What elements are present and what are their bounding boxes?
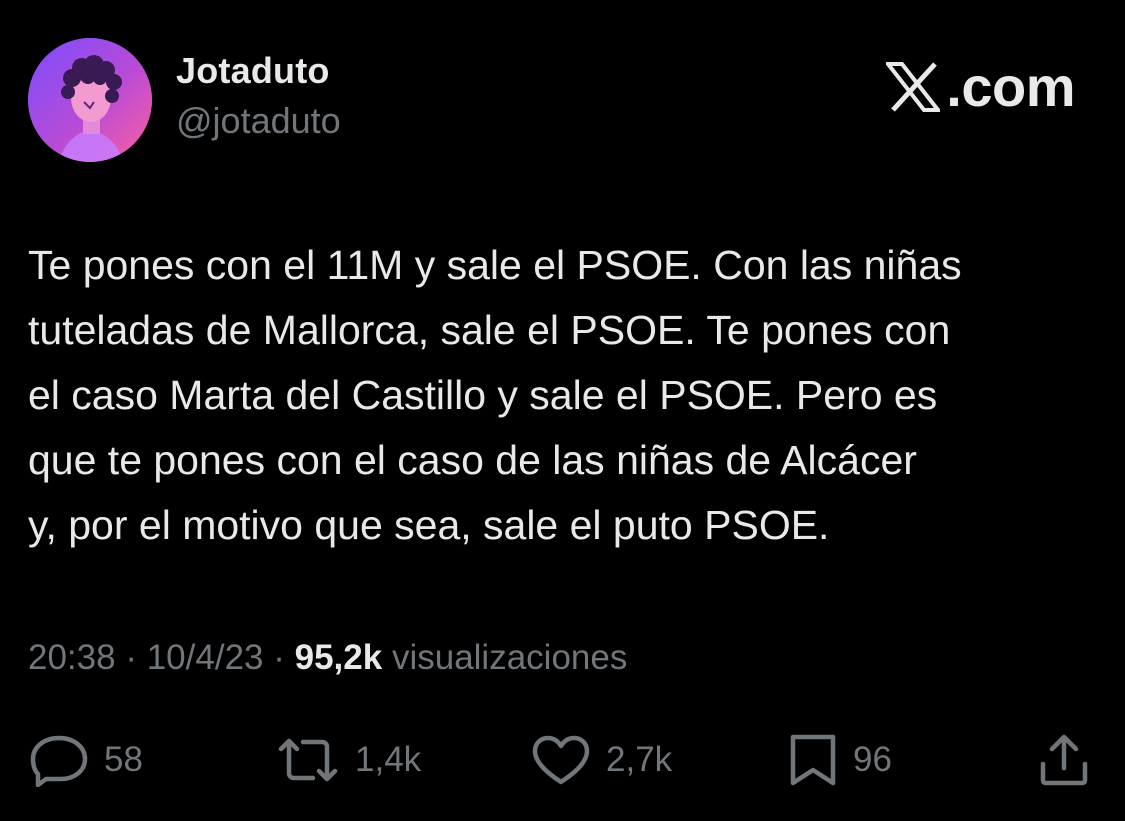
repost-button[interactable]: 1,4k <box>275 730 421 790</box>
brand-watermark: .com <box>886 56 1075 118</box>
author-handle[interactable]: @jotaduto <box>176 100 341 142</box>
tweet-time[interactable]: 20:38 <box>28 638 116 677</box>
avatar[interactable] <box>28 38 152 162</box>
reply-count: 58 <box>104 740 143 779</box>
meta-separator: · <box>273 638 285 677</box>
brand-domain-text: .com <box>946 55 1075 118</box>
share-button[interactable] <box>1036 730 1092 790</box>
repost-count: 1,4k <box>355 740 422 779</box>
action-bar: 58 1,4k 2,7k 96 <box>0 730 1125 790</box>
heart-icon <box>530 733 592 787</box>
reply-button[interactable]: 58 <box>28 730 143 790</box>
tweet-meta: 20:38 · 10/4/23 · 95,2k visualizaciones <box>28 638 627 678</box>
views-label: visualizaciones <box>391 638 628 677</box>
like-count: 2,7k <box>606 740 673 779</box>
bookmark-count: 96 <box>853 740 892 779</box>
avatar-illustration <box>28 38 152 162</box>
bookmark-icon <box>787 732 839 788</box>
share-icon <box>1036 732 1092 788</box>
author-display-name[interactable]: Jotaduto <box>176 50 330 92</box>
meta-separator: · <box>125 638 137 677</box>
views-count: 95,2k <box>294 638 383 677</box>
repost-icon <box>275 735 341 785</box>
x-logo-icon <box>886 62 941 112</box>
like-button[interactable]: 2,7k <box>530 730 672 790</box>
tweet-date[interactable]: 10/4/23 <box>147 638 264 677</box>
bookmark-button[interactable]: 96 <box>787 730 892 790</box>
reply-icon <box>28 733 90 787</box>
tweet-text: Te pones con el 11M y sale el PSOE. Con … <box>28 242 962 548</box>
